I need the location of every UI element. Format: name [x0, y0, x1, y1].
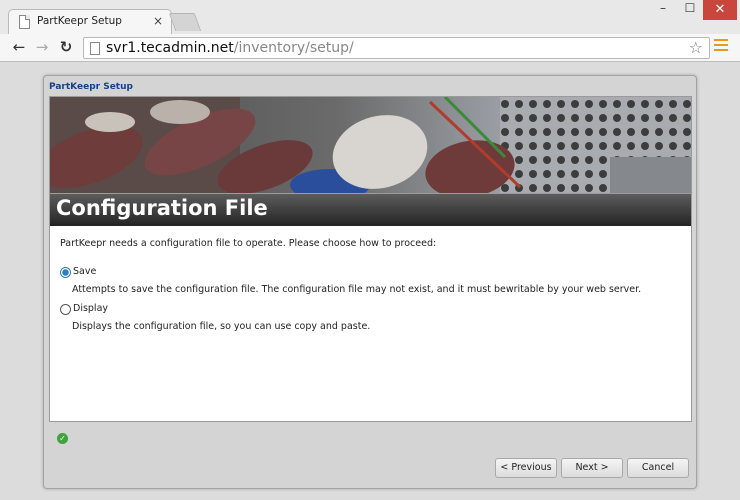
save-label[interactable]: Save: [73, 266, 96, 277]
cancel-button[interactable]: Cancel: [627, 458, 689, 478]
wizard-title: PartKeepr Setup: [49, 82, 133, 92]
maximize-button[interactable]: ☐: [677, 1, 703, 20]
url-path: /inventory/setup/: [233, 40, 354, 56]
new-tab-button[interactable]: [168, 13, 202, 31]
close-window-button[interactable]: ✕: [703, 0, 737, 20]
save-radio[interactable]: [60, 267, 71, 278]
page-icon: [90, 42, 100, 55]
display-description: Displays the configuration file, so you …: [72, 321, 371, 332]
status-bar: ✓: [49, 424, 692, 450]
page-content: PartKeepr Setup Configuration File PartK…: [0, 63, 740, 500]
browser-titlebar: PartKeepr Setup × – ☐ ✕: [0, 0, 740, 35]
forward-arrow-icon[interactable]: →: [32, 37, 52, 57]
section-header: Configuration File: [50, 193, 691, 226]
page-title: Configuration File: [56, 196, 268, 220]
browser-toolbar: ← → ↻ svr1.tecadmin.net/inventory/setup/…: [0, 34, 740, 62]
wizard-body: Configuration File PartKeepr needs a con…: [49, 96, 692, 422]
address-bar[interactable]: svr1.tecadmin.net/inventory/setup/ ☆: [83, 37, 710, 59]
url-host: svr1.tecadmin.net: [106, 40, 234, 56]
back-arrow-icon[interactable]: ←: [9, 37, 29, 57]
next-button[interactable]: Next >: [561, 458, 623, 478]
previous-button[interactable]: < Previous: [495, 458, 557, 478]
page-icon: [19, 15, 30, 29]
display-label[interactable]: Display: [73, 303, 108, 314]
star-icon[interactable]: ☆: [689, 38, 703, 57]
minimize-button[interactable]: –: [650, 1, 676, 20]
tab-close-icon[interactable]: ×: [153, 14, 163, 28]
browser-tab[interactable]: PartKeepr Setup ×: [8, 9, 172, 35]
intro-text: PartKeepr needs a configuration file to …: [60, 238, 437, 249]
save-description: Attempts to save the configuration file.…: [72, 284, 642, 295]
tab-title: PartKeepr Setup: [37, 15, 122, 27]
banner-image: [50, 97, 691, 193]
url-text[interactable]: svr1.tecadmin.net/inventory/setup/: [106, 40, 354, 56]
setup-wizard-window: PartKeepr Setup Configuration File PartK…: [43, 75, 697, 489]
menu-icon[interactable]: [714, 39, 728, 53]
reload-icon[interactable]: ↻: [56, 37, 76, 57]
check-icon: ✓: [57, 433, 68, 444]
display-radio[interactable]: [60, 304, 71, 315]
